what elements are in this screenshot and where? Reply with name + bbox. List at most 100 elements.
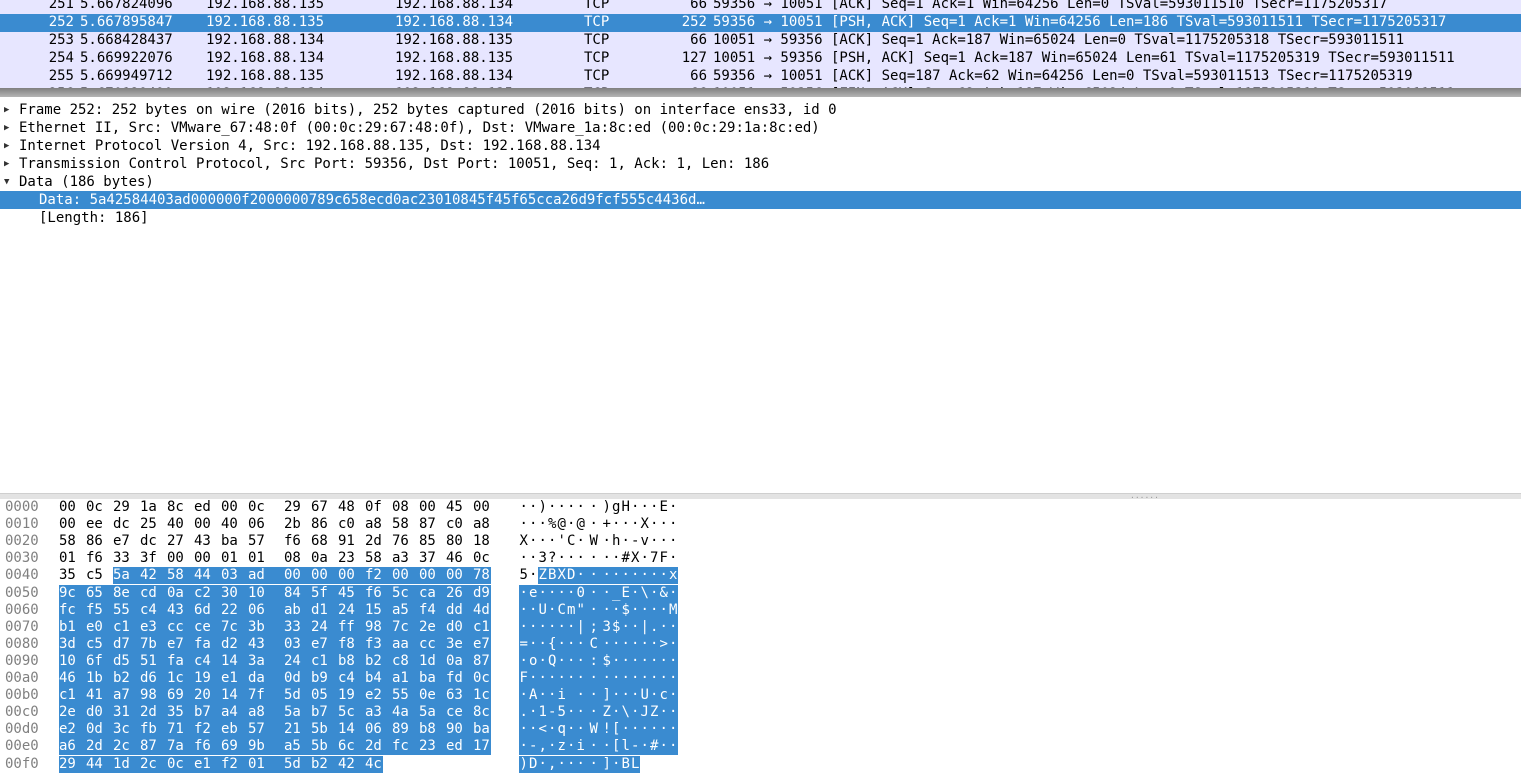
ascii-char[interactable]: U bbox=[640, 687, 650, 705]
hex-byte[interactable]: 00 bbox=[446, 567, 473, 585]
hex-byte[interactable]: 45 bbox=[446, 499, 473, 516]
ascii-char[interactable]: + bbox=[602, 516, 612, 533]
hex-byte[interactable]: 58 bbox=[59, 533, 86, 550]
ascii-char[interactable]: @ bbox=[576, 516, 586, 533]
ascii-char[interactable]: · bbox=[602, 635, 612, 653]
hex-byte[interactable]: b2 bbox=[311, 755, 338, 773]
hex-byte[interactable]: f4 bbox=[419, 601, 446, 619]
bytes-row[interactable]: 00b0 c1 41 a7 98 69 20 14 7f 5d 05 19 e2 55 0e 63 1c · A · ·… bbox=[0, 687, 1521, 705]
ascii-char[interactable]: · bbox=[668, 584, 678, 602]
ascii-char[interactable]: U bbox=[538, 601, 548, 619]
hex-byte[interactable]: a5 bbox=[392, 601, 419, 619]
hex-byte[interactable]: 31 bbox=[113, 704, 140, 722]
hex-byte[interactable]: 03 bbox=[284, 635, 311, 653]
ascii-char[interactable]: ; bbox=[585, 618, 602, 636]
ascii-char[interactable]: v bbox=[640, 533, 650, 550]
hex-byte[interactable]: 8e bbox=[113, 584, 140, 602]
hex-byte[interactable]: 29 bbox=[113, 499, 140, 516]
hex-byte[interactable]: c4 bbox=[194, 652, 221, 670]
hex-byte[interactable]: d0 bbox=[86, 704, 113, 722]
ascii-char[interactable]: · bbox=[611, 755, 621, 773]
hex-byte[interactable]: 6f bbox=[86, 652, 113, 670]
hex-byte[interactable]: e1 bbox=[221, 670, 248, 687]
ascii-char[interactable]: $ bbox=[621, 601, 631, 619]
hex-byte[interactable]: ad bbox=[248, 567, 284, 585]
hex-byte[interactable]: 41 bbox=[86, 687, 113, 705]
ascii-char[interactable]: · bbox=[566, 721, 576, 739]
hex-byte[interactable]: 2d bbox=[86, 738, 113, 756]
hex-byte[interactable]: 4a bbox=[392, 704, 419, 722]
hex-byte[interactable]: f6 bbox=[86, 550, 113, 567]
ascii-char[interactable]: @ bbox=[557, 516, 567, 533]
hex-byte[interactable]: a8 bbox=[473, 516, 491, 533]
ascii-char[interactable]: · bbox=[659, 738, 669, 756]
ascii-char[interactable]: [ bbox=[611, 738, 621, 756]
ascii-char[interactable]: · bbox=[659, 567, 669, 585]
ascii-char[interactable]: M bbox=[668, 601, 678, 619]
hex-byte[interactable]: 87 bbox=[473, 652, 491, 670]
ascii-char[interactable]: · bbox=[621, 687, 631, 705]
hex-byte[interactable]: 30 bbox=[221, 584, 248, 602]
hex-byte[interactable]: 24 bbox=[338, 601, 365, 619]
hex-byte[interactable]: 5a bbox=[419, 704, 446, 722]
hex-byte[interactable]: 7c bbox=[221, 618, 248, 636]
ascii-char[interactable]: · bbox=[612, 516, 622, 533]
hex-byte[interactable]: a1 bbox=[392, 670, 419, 687]
ascii-char[interactable]: · bbox=[566, 618, 576, 636]
hex-byte[interactable]: 20 bbox=[194, 687, 221, 705]
hex-byte[interactable]: ab bbox=[284, 601, 311, 619]
hex-byte[interactable]: b4 bbox=[365, 670, 392, 687]
hex-byte[interactable]: a3 bbox=[392, 550, 419, 567]
ascii-char[interactable]: W bbox=[586, 533, 603, 550]
ascii-char[interactable]: | bbox=[576, 618, 586, 636]
ascii-char[interactable]: · bbox=[529, 550, 539, 567]
ascii-char[interactable]: · bbox=[585, 755, 602, 773]
ascii-char[interactable]: · bbox=[630, 584, 640, 602]
ascii-char[interactable]: · bbox=[538, 652, 548, 670]
hex-byte[interactable]: b8 bbox=[419, 721, 446, 739]
ascii-char[interactable]: g bbox=[612, 499, 622, 516]
ascii-char[interactable]: · bbox=[528, 721, 538, 739]
hex-byte[interactable]: 01 bbox=[248, 755, 284, 773]
ascii-char[interactable]: . bbox=[649, 618, 659, 636]
ascii-char[interactable]: · bbox=[586, 516, 603, 533]
hex-byte[interactable]: 00 bbox=[338, 567, 365, 585]
hex-byte[interactable]: ff bbox=[338, 618, 365, 636]
hex-byte[interactable]: c1 bbox=[473, 618, 491, 636]
ascii-char[interactable]: · bbox=[602, 670, 612, 687]
hex-byte[interactable]: 78 bbox=[473, 567, 491, 585]
ascii-char[interactable]: ) bbox=[602, 499, 612, 516]
hex-byte[interactable]: 00 bbox=[473, 499, 491, 516]
ascii-char[interactable]: D bbox=[528, 755, 538, 773]
ascii-char[interactable]: · bbox=[668, 670, 678, 687]
hex-byte[interactable]: 00 bbox=[59, 499, 86, 516]
hex-byte[interactable]: 43 bbox=[248, 635, 284, 653]
tree-item[interactable]: ▶ Frame 252: 252 bytes on wire (2016 bits… bbox=[0, 101, 1521, 119]
hex-byte[interactable]: dd bbox=[446, 601, 473, 619]
ascii-char[interactable]: h bbox=[612, 533, 622, 550]
hex-byte[interactable]: 63 bbox=[446, 687, 473, 705]
ascii-char[interactable]: · bbox=[669, 533, 679, 550]
ascii-char[interactable]: ] bbox=[602, 755, 612, 773]
ascii-char[interactable]: ' bbox=[557, 533, 567, 550]
hex-byte[interactable]: 0a bbox=[446, 652, 473, 670]
ascii-char[interactable]: · bbox=[576, 652, 586, 670]
ascii-char[interactable]: · bbox=[547, 584, 557, 602]
hex-byte[interactable]: b9 bbox=[311, 670, 338, 687]
ascii-char[interactable]: · bbox=[576, 704, 586, 722]
tree-item[interactable]: ▶ Internet Protocol Version 4, Src: 192.1… bbox=[0, 137, 1521, 155]
ascii-char[interactable]: L bbox=[630, 755, 640, 773]
hex-byte[interactable]: b7 bbox=[194, 704, 221, 722]
hex-byte[interactable]: e2 bbox=[365, 687, 392, 705]
ascii-char[interactable]: · bbox=[621, 533, 631, 550]
ascii-char[interactable]: $ bbox=[602, 652, 612, 670]
hex-byte[interactable]: 3e bbox=[446, 635, 473, 653]
hex-byte[interactable]: 10 bbox=[248, 584, 284, 602]
hex-byte[interactable]: 98 bbox=[365, 618, 392, 636]
hex-byte[interactable]: 35 bbox=[59, 567, 86, 584]
hex-byte[interactable]: 57 bbox=[248, 721, 284, 739]
collapsed-arrow-icon[interactable]: ▶ bbox=[4, 137, 14, 155]
ascii-char[interactable]: · bbox=[519, 516, 529, 533]
ascii-char[interactable]: H bbox=[621, 499, 631, 516]
ascii-char[interactable]: · bbox=[630, 687, 640, 705]
